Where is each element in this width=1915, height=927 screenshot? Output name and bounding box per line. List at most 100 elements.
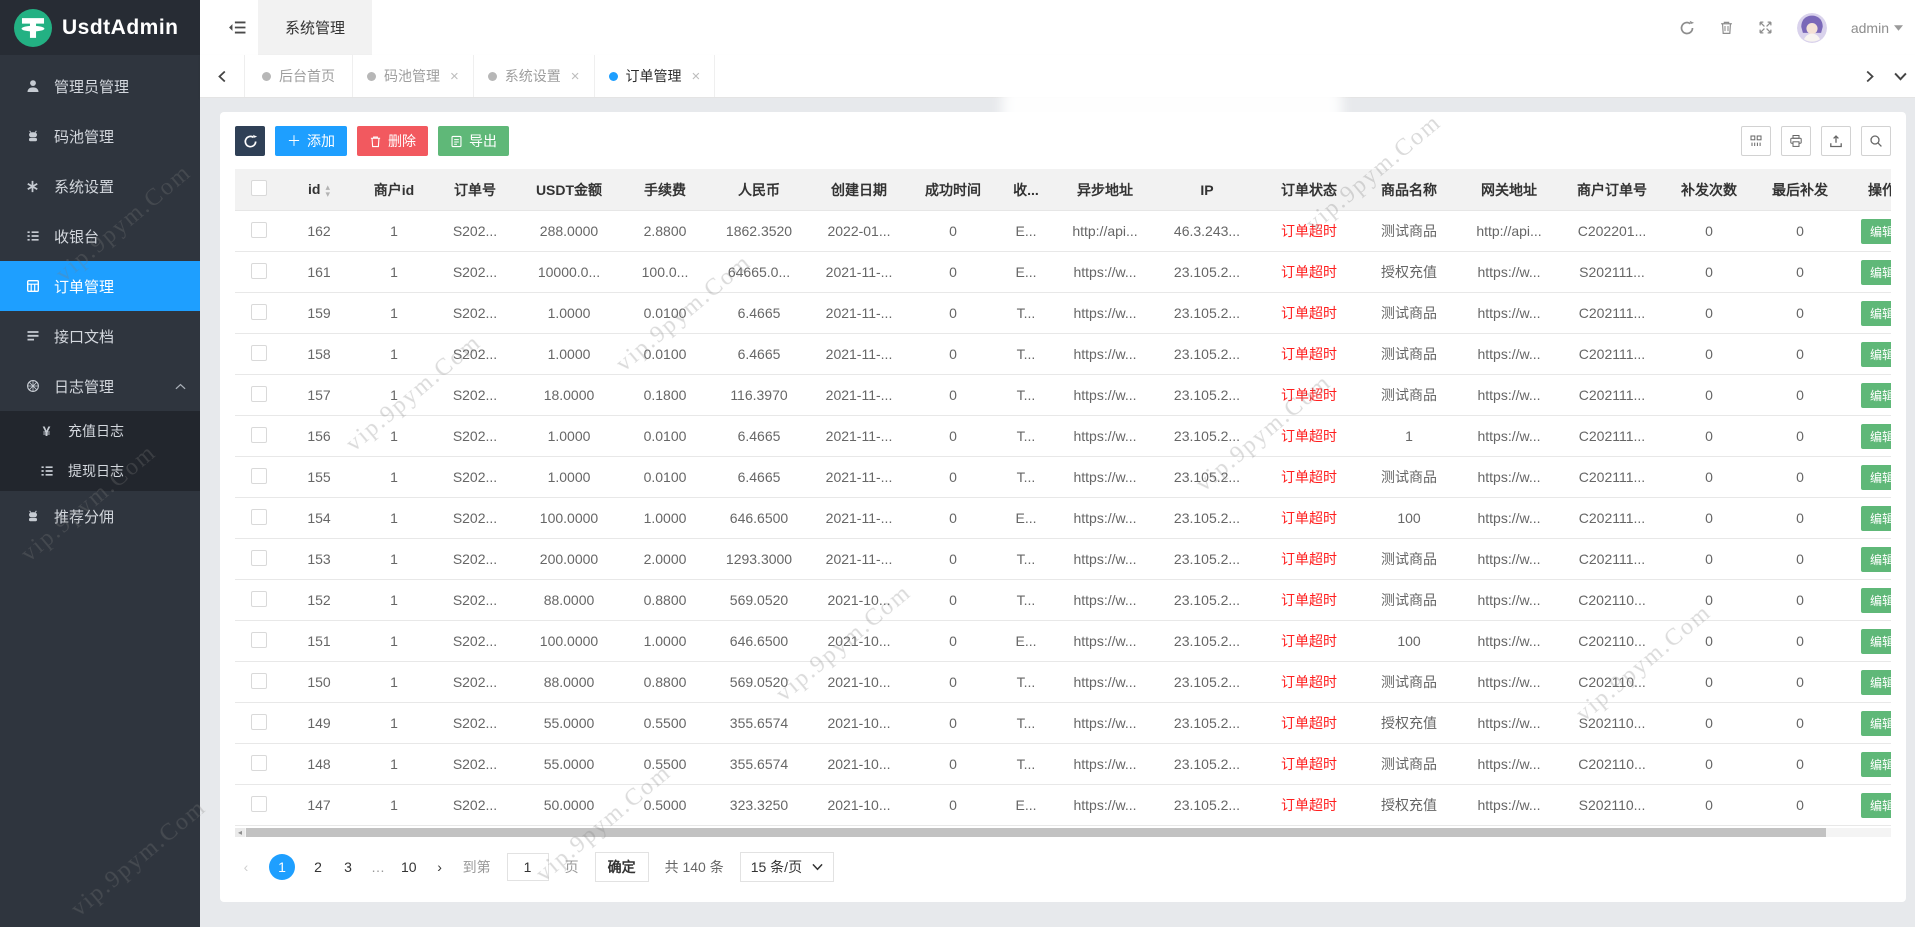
refresh-button[interactable] — [235, 126, 265, 156]
delete-button[interactable]: 删除 — [357, 126, 428, 156]
tabs-scroll-left-icon[interactable] — [200, 55, 245, 97]
username[interactable]: admin — [1851, 20, 1903, 36]
search-icon[interactable] — [1861, 126, 1891, 156]
tab-close-icon[interactable]: × — [571, 69, 580, 84]
scrollbar-left-arrow-icon[interactable]: ◂ — [235, 828, 245, 837]
cell-cny: 1293.3000 — [709, 538, 809, 580]
tab-settings[interactable]: 系统设置 × — [474, 55, 595, 97]
column-header-id: id ▴ ▾ — [283, 169, 355, 211]
sidebar-collapse-icon[interactable] — [228, 20, 246, 35]
edit-button[interactable]: 编辑 — [1860, 628, 1891, 654]
edit-button[interactable]: 编辑 — [1860, 710, 1891, 736]
sidebar-item-admin-management[interactable]: 管理员管理 — [0, 61, 200, 111]
table-header-row: id ▴ ▾ 商户id 订单号 USDT金额 手续费 人民币 创建日期 成功时间 收... 异步地址 I… — [235, 169, 1891, 211]
column-header-gateway-url: 网关地址 — [1459, 169, 1559, 211]
cell-ip: 23.105.2... — [1155, 620, 1259, 662]
export-button[interactable]: 导出 — [438, 126, 509, 156]
page-prev-icon[interactable]: ‹ — [239, 859, 253, 875]
tab-home[interactable]: 后台首页 — [245, 55, 353, 97]
row-checkbox[interactable] — [251, 672, 267, 689]
sidebar-item-api-docs[interactable]: 接口文档 — [0, 311, 200, 361]
edit-button[interactable]: 编辑 — [1860, 464, 1891, 490]
edit-button[interactable]: 编辑 — [1860, 341, 1891, 367]
edit-button[interactable]: 编辑 — [1860, 218, 1891, 244]
row-checkbox[interactable] — [251, 631, 267, 648]
page-button-10[interactable]: 10 — [401, 859, 417, 875]
sidebar-item-log-management[interactable]: 日志管理 — [0, 361, 200, 411]
add-button[interactable]: ＋ 添加 — [275, 126, 347, 156]
table-row: 148 1 S202... 55.0000 0.5500 355.6574 2021-10.… — [235, 743, 1891, 785]
edit-button[interactable]: 编辑 — [1860, 259, 1891, 285]
page-button-2[interactable]: 2 — [311, 859, 325, 875]
sidebar-item-cashier[interactable]: 收银台 — [0, 211, 200, 261]
edit-button[interactable]: 编辑 — [1860, 300, 1891, 326]
cell-fee: 1.0000 — [621, 497, 709, 539]
horizontal-scrollbar[interactable]: ◂ — [235, 828, 1891, 837]
scrollbar-thumb[interactable] — [246, 828, 1826, 837]
edit-button[interactable]: 编辑 — [1860, 792, 1891, 818]
row-checkbox[interactable] — [251, 426, 267, 443]
edit-button[interactable]: 编辑 — [1860, 423, 1891, 449]
edit-button[interactable]: 编辑 — [1860, 587, 1891, 613]
sidebar-item-system-settings[interactable]: 系统设置 — [0, 161, 200, 211]
print-icon[interactable] — [1781, 126, 1811, 156]
tab-codepool[interactable]: 码池管理 × — [353, 55, 474, 97]
row-checkbox[interactable] — [251, 262, 267, 279]
row-checkbox[interactable] — [251, 508, 267, 525]
column-header-label: id — [308, 181, 321, 198]
sidebar-item-withdraw-log[interactable]: 提现日志 — [0, 451, 200, 491]
edit-button[interactable]: 编辑 — [1860, 751, 1891, 777]
cell-actions: 编辑 — [1847, 497, 1891, 539]
cell-order-no: S202... — [433, 415, 517, 457]
cell-product-name: 测试商品 — [1359, 743, 1459, 785]
row-checkbox[interactable] — [251, 795, 267, 812]
tabs-menu-chevron-down-icon[interactable] — [1885, 55, 1915, 97]
refresh-icon[interactable] — [1679, 20, 1695, 36]
goto-page-input[interactable] — [506, 853, 549, 881]
confirm-button[interactable]: 确定 — [594, 852, 649, 882]
sidebar-item-recharge-log[interactable]: ¥ 充值日志 — [0, 411, 200, 451]
sort-icon[interactable]: ▴ ▾ — [325, 182, 330, 198]
page-button-1[interactable]: 1 — [269, 854, 295, 880]
cell-merchant-id: 1 — [355, 538, 433, 580]
export-data-icon[interactable] — [1821, 126, 1851, 156]
row-checkbox[interactable] — [251, 754, 267, 771]
select-all-checkbox[interactable] — [251, 180, 267, 196]
table-row: 155 1 S202... 1.0000 0.0100 6.4665 2021-11-...… — [235, 456, 1891, 498]
cell-merchant-id: 1 — [355, 702, 433, 744]
cell-actions: 编辑 — [1847, 579, 1891, 621]
row-checkbox[interactable] — [251, 385, 267, 402]
cell-gateway-url: https://w... — [1459, 292, 1559, 334]
edit-button[interactable]: 编辑 — [1860, 546, 1891, 572]
avatar[interactable] — [1796, 12, 1827, 43]
sidebar-item-codepool-management[interactable]: 码池管理 — [0, 111, 200, 161]
tab-orders[interactable]: 订单管理 × — [595, 55, 716, 97]
columns-filter-icon[interactable] — [1741, 126, 1771, 156]
row-checkbox[interactable] — [251, 467, 267, 484]
sidebar-item-referral-commission[interactable]: 推荐分佣 — [0, 491, 200, 541]
trash-icon[interactable] — [1719, 20, 1734, 35]
fullscreen-icon[interactable] — [1758, 20, 1773, 35]
page-button-3[interactable]: 3 — [341, 859, 355, 875]
tab-close-icon[interactable]: × — [450, 69, 459, 84]
row-checkbox[interactable] — [251, 590, 267, 607]
edit-button[interactable]: 编辑 — [1860, 669, 1891, 695]
page-next-icon[interactable]: › — [433, 859, 447, 875]
row-checkbox[interactable] — [251, 221, 267, 238]
column-header-cny: 人民币 — [709, 169, 809, 211]
sidebar-item-label: 提现日志 — [68, 463, 124, 479]
tabs-scroll-right-icon[interactable] — [1855, 55, 1885, 97]
row-checkbox[interactable] — [251, 713, 267, 730]
edit-button[interactable]: 编辑 — [1860, 382, 1891, 408]
edit-button[interactable]: 编辑 — [1860, 505, 1891, 531]
page-size-select[interactable]: 15 条/页 — [739, 852, 835, 882]
cell-fee: 0.0100 — [621, 292, 709, 334]
sidebar-item-order-management[interactable]: 订单管理 — [0, 261, 200, 311]
row-checkbox[interactable] — [251, 549, 267, 566]
tab-close-icon[interactable]: × — [692, 69, 701, 84]
cell-resend-count: 0 — [1665, 374, 1753, 416]
username-label: admin — [1850, 19, 1889, 36]
row-checkbox[interactable] — [251, 344, 267, 361]
row-checkbox[interactable] — [251, 303, 267, 320]
topnav-system-management[interactable]: 系统管理 — [258, 0, 373, 55]
